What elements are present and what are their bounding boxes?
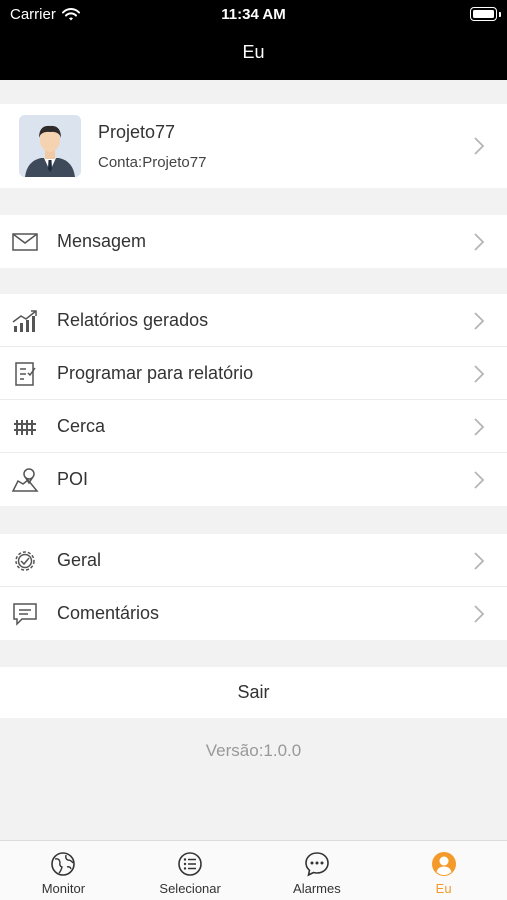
battery-icon: [470, 7, 501, 21]
menu-item-label: Programar para relatório: [57, 363, 254, 383]
envelope-icon: [12, 233, 38, 251]
chevron-right-icon: [474, 471, 485, 489]
tab-label: Monitor: [41, 881, 86, 896]
tab-label: Alarmes: [293, 881, 341, 896]
comment-icon: [13, 603, 37, 626]
menu-item-label: Cerca: [57, 416, 106, 436]
menu-group-messages: Mensagem: [0, 215, 507, 268]
list-icon: [178, 852, 202, 876]
menu-item-mensagem[interactable]: Mensagem: [0, 215, 507, 268]
chevron-right-icon: [474, 137, 485, 155]
chevron-right-icon: [474, 233, 485, 251]
menu-group-settings: Geral Comentários: [0, 534, 507, 640]
tab-label: Eu: [435, 881, 452, 896]
navigation-bar: Eu: [0, 30, 507, 80]
map-pin-icon: [11, 468, 39, 492]
avatar: [19, 115, 81, 177]
profile-name: Projeto77: [98, 122, 176, 142]
gear-icon: [15, 551, 35, 571]
chevron-right-icon: [474, 418, 485, 436]
chevron-right-icon: [474, 365, 485, 383]
menu-item-relatorios-gerados[interactable]: Relatórios gerados: [0, 294, 507, 347]
tab-alarmes[interactable]: Alarmes: [254, 841, 381, 900]
menu-item-geral[interactable]: Geral: [0, 534, 507, 587]
profile-account: Conta:Projeto77: [98, 154, 207, 171]
status-bar: Carrier 11:34 AM: [0, 0, 507, 30]
chevron-right-icon: [474, 552, 485, 570]
version-label: Versão:1.0.0: [205, 741, 302, 760]
menu-group-reports: Relatórios gerados Programar para relató…: [0, 294, 507, 506]
tab-label: Selecionar: [159, 881, 221, 896]
clock: 11:34 AM: [221, 6, 286, 23]
chevron-right-icon: [474, 312, 485, 330]
tab-selecionar[interactable]: Selecionar: [127, 841, 254, 900]
menu-item-label: Geral: [57, 550, 102, 570]
chart-icon: [12, 310, 37, 332]
chat-icon: [305, 852, 329, 877]
menu-item-label: Mensagem: [57, 231, 147, 251]
menu-item-programar-relatorio[interactable]: Programar para relatório: [0, 347, 507, 400]
fence-icon: [14, 420, 36, 435]
menu-item-cerca[interactable]: Cerca: [0, 400, 507, 453]
tab-monitor[interactable]: Monitor: [0, 841, 127, 900]
schedule-report-icon: [15, 362, 36, 386]
menu-item-label: Comentários: [57, 603, 160, 623]
page-title: Eu: [242, 42, 265, 62]
globe-icon: [51, 852, 76, 876]
menu-item-label: Relatórios gerados: [57, 310, 209, 330]
tab-bar: Monitor Selecionar Alarmes Eu: [0, 840, 507, 900]
profile-row[interactable]: Projeto77 Conta:Projeto77: [0, 104, 507, 188]
logout-label: Sair: [237, 682, 270, 702]
menu-item-poi[interactable]: POI: [0, 453, 507, 506]
chevron-right-icon: [474, 605, 485, 623]
tab-eu[interactable]: Eu: [380, 841, 507, 900]
user-icon: [431, 852, 456, 876]
logout-button[interactable]: Sair: [0, 667, 507, 718]
menu-item-label: POI: [57, 469, 89, 489]
menu-item-comentarios[interactable]: Comentários: [0, 587, 507, 640]
